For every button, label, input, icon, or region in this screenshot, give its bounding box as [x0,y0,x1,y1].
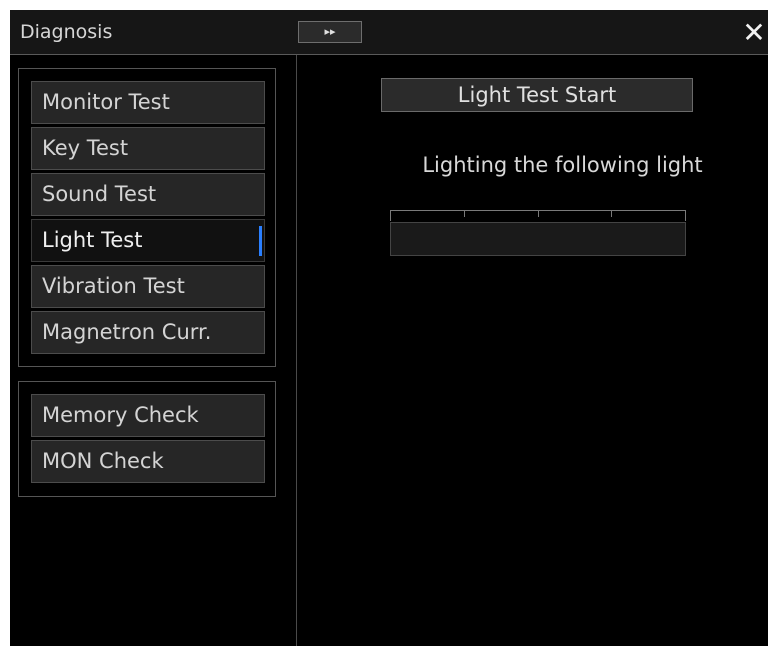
menu-item-vibration-test[interactable]: Vibration Test [31,265,265,308]
menu-item-key-test[interactable]: Key Test [31,127,265,170]
close-icon: ✕ [742,16,766,49]
menu-item-label: Key Test [42,136,129,160]
window-title: Diagnosis [20,21,113,43]
close-button[interactable]: ✕ [740,18,768,48]
menu-item-monitor-test[interactable]: Monitor Test [31,81,265,124]
light-display-box [390,222,686,256]
menu-item-label: Vibration Test [42,274,185,298]
menu-item-memory-check[interactable]: Memory Check [31,394,265,437]
light-test-panel: Light Test Start Lighting the following … [297,55,768,646]
title-bar: Diagnosis ▸▸ ✕ [10,10,768,55]
diagnosis-window: Diagnosis ▸▸ ✕ Monitor Test Key Test Sou… [10,10,768,646]
menu-item-label: Light Test [42,228,143,252]
scale-tick [538,211,539,217]
scale-tick [464,211,465,217]
expand-button[interactable]: ▸▸ [298,21,362,43]
double-arrow-right-icon: ▸▸ [324,25,336,38]
scale-tick [611,211,612,217]
menu-item-light-test[interactable]: Light Test [31,219,265,262]
check-menu-group: Memory Check MON Check [18,381,276,497]
menu-item-label: Memory Check [42,403,199,427]
light-status-label: Lighting the following light [422,153,703,177]
test-menu-pane: Monitor Test Key Test Sound Test Light T… [10,55,297,646]
menu-item-magnetron-curr[interactable]: Magnetron Curr. [31,311,265,354]
light-test-start-button[interactable]: Light Test Start [381,78,693,112]
test-menu-group: Monitor Test Key Test Sound Test Light T… [18,68,276,367]
selection-indicator [259,226,262,256]
menu-item-sound-test[interactable]: Sound Test [31,173,265,216]
light-indicator-bar [390,210,686,256]
menu-item-mon-check[interactable]: MON Check [31,440,265,483]
menu-item-label: MON Check [42,449,164,473]
menu-item-label: Monitor Test [42,90,170,114]
menu-item-label: Magnetron Curr. [42,320,212,344]
menu-item-label: Sound Test [42,182,157,206]
light-scale-ticks [390,210,686,221]
